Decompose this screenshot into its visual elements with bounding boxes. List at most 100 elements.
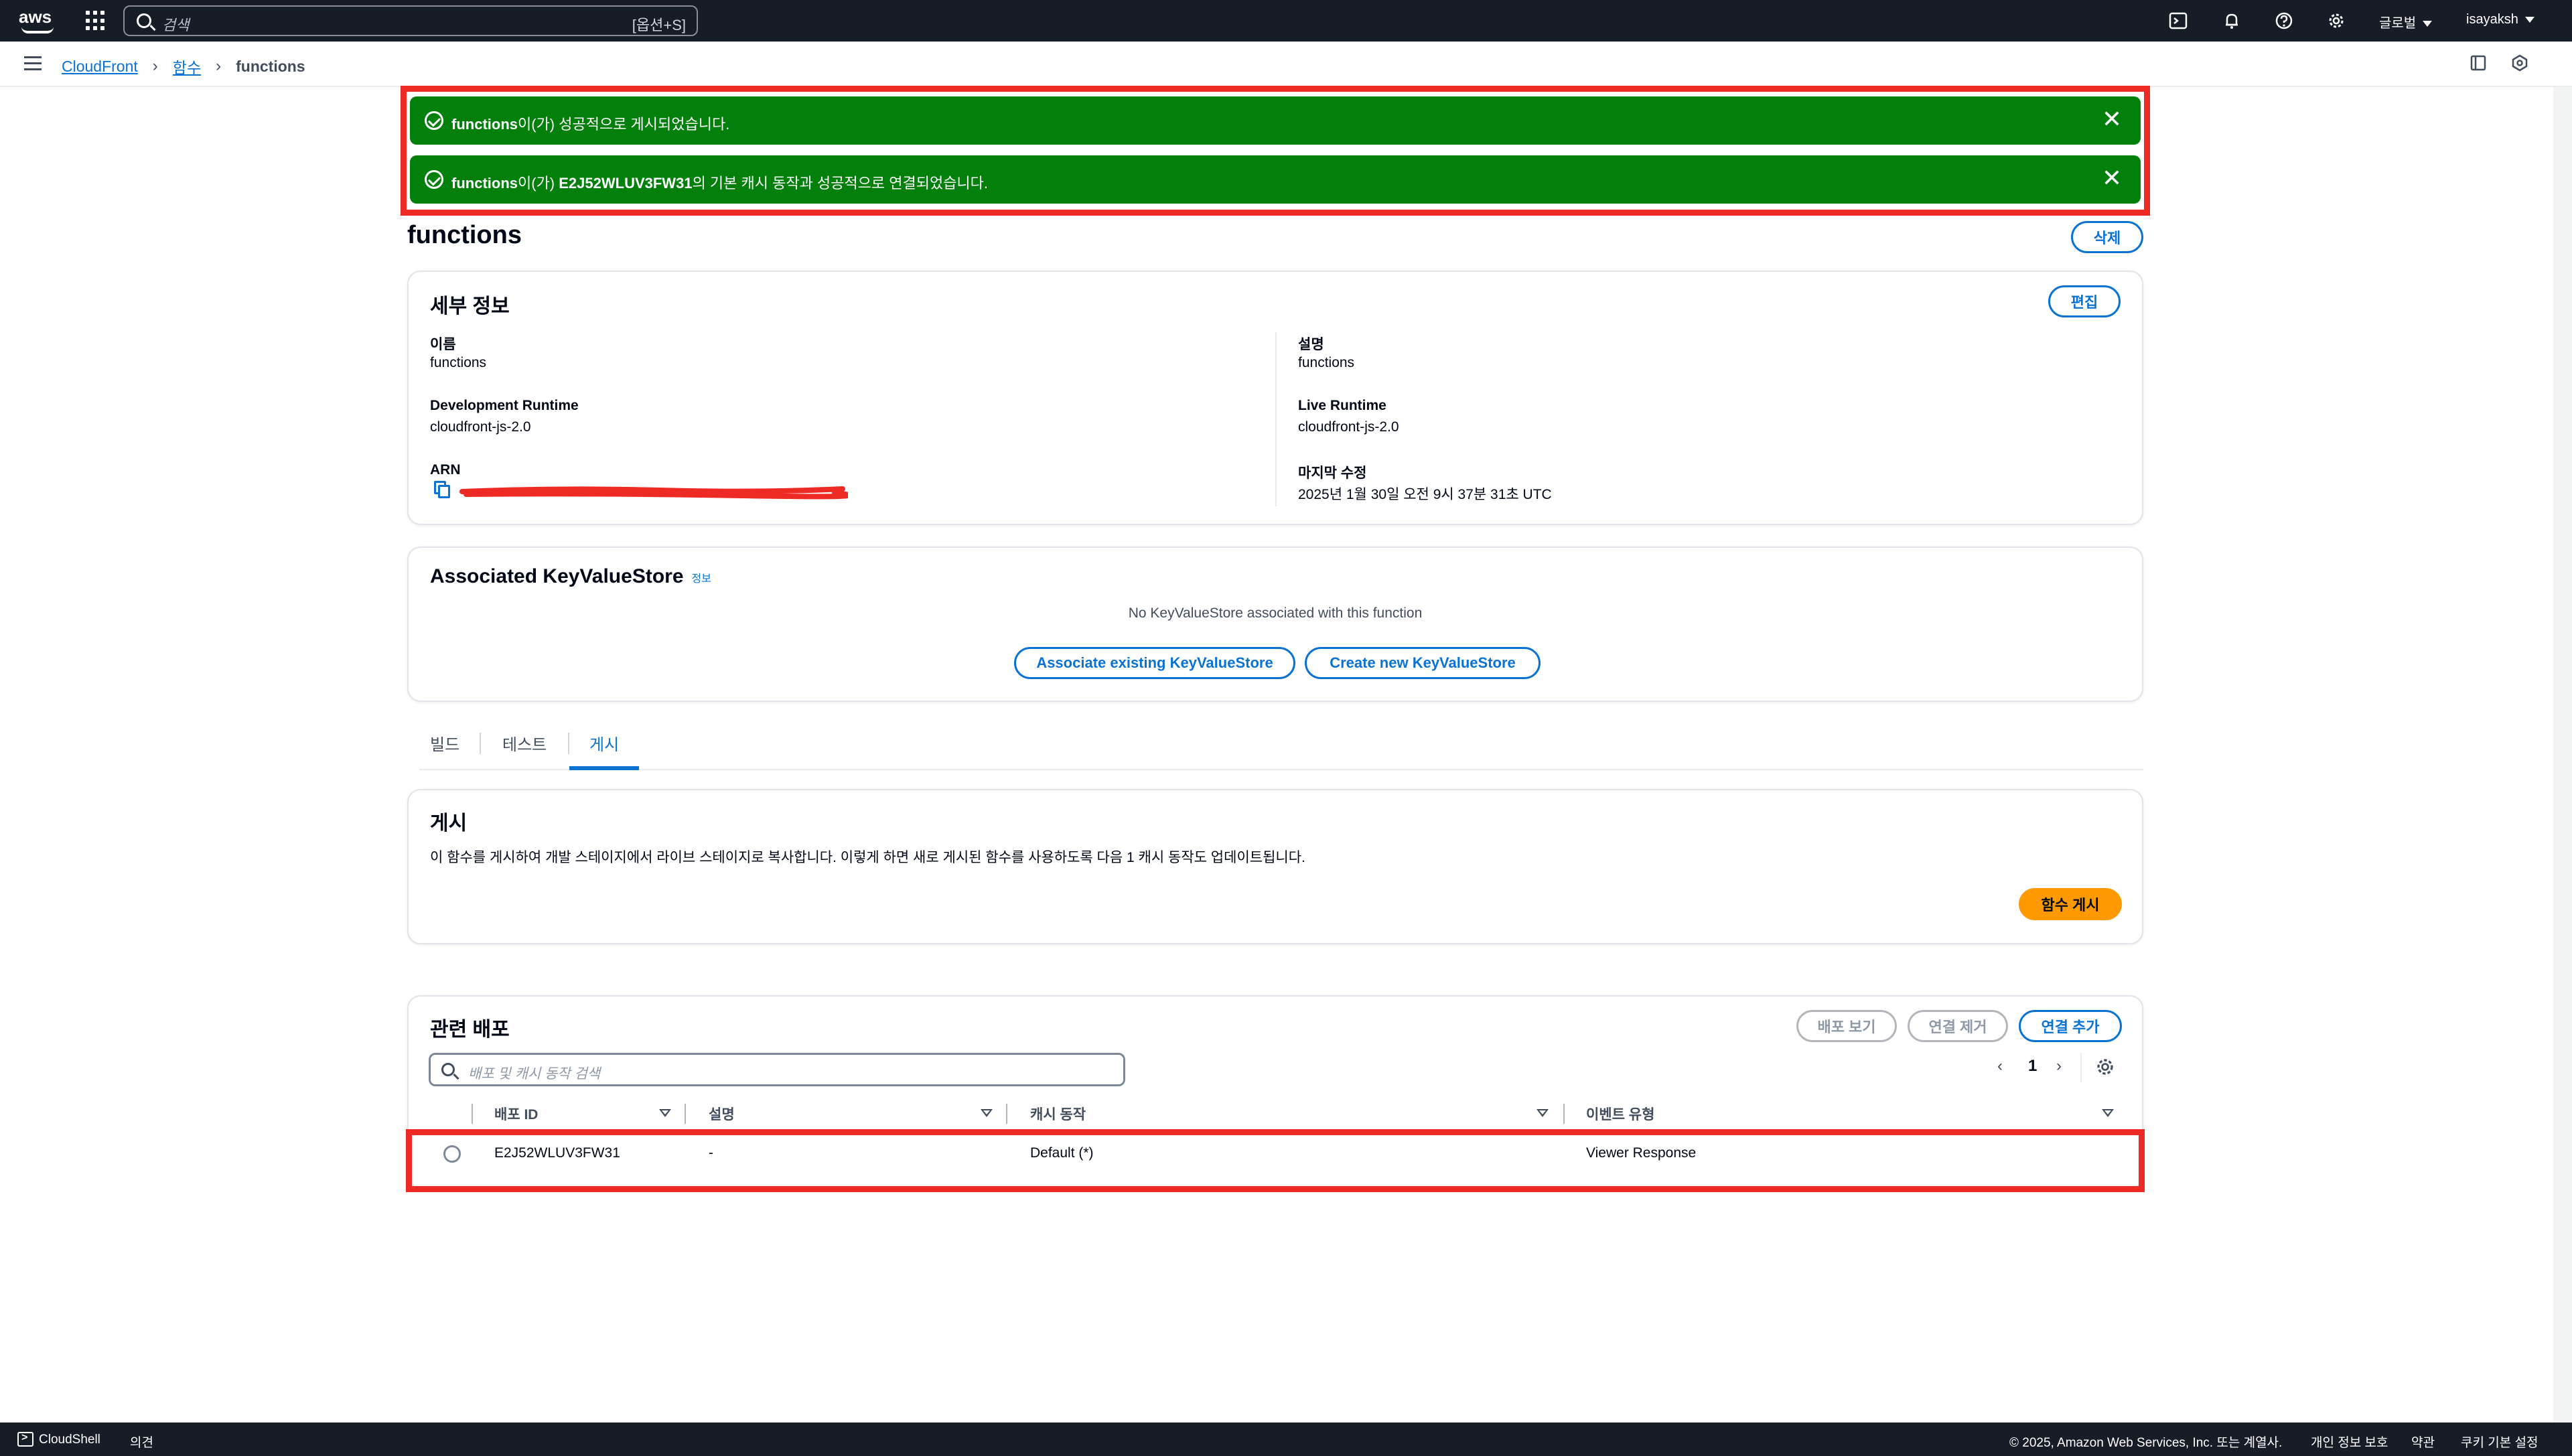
related-heading: 관련 배포: [430, 1019, 510, 1041]
copy-arn-icon[interactable]: [434, 481, 451, 500]
kvs-empty-text: No KeyValueStore associated with this fu…: [1128, 605, 1423, 621]
flash-message: functions이(가) E2J52WLUV3FW31의 기본 캐시 동작과 …: [451, 175, 989, 192]
breadcrumb: CloudFront › 함수 › functions: [62, 55, 305, 78]
page-scrollbar[interactable]: [2553, 87, 2572, 1423]
kvs-heading: Associated KeyValueStore 정보: [430, 565, 711, 587]
tab-separator: [480, 733, 481, 754]
sort-icon[interactable]: [2102, 1109, 2114, 1117]
highlight-annotation: [406, 1129, 2145, 1192]
column-divider: [1006, 1104, 1007, 1124]
row-description: -: [709, 1145, 713, 1161]
row-select-radio[interactable]: [443, 1145, 461, 1163]
breadcrumb-current: functions: [236, 57, 305, 75]
dev-runtime-label: Development Runtime: [430, 398, 579, 413]
chevron-down-icon: [2423, 21, 2433, 27]
description-value: functions: [1298, 355, 1355, 370]
cloudshell-icon[interactable]: [17, 1432, 33, 1447]
breadcrumb-bar: CloudFront › 함수 › functions: [0, 42, 2572, 87]
search-placeholder: 검색: [162, 17, 190, 33]
sort-icon[interactable]: [659, 1109, 671, 1117]
last-modified-value: 2025년 1월 30일 오전 9시 37분 31초 UTC: [1298, 487, 1552, 502]
description-label: 설명: [1298, 337, 1324, 352]
help-panel-icon[interactable]: [2468, 54, 2489, 75]
services-menu-icon[interactable]: [86, 11, 106, 31]
publish-heading: 게시: [430, 812, 468, 834]
column-header-description[interactable]: 설명: [709, 1104, 735, 1124]
live-runtime-value: cloudfront-js-2.0: [1298, 419, 1399, 435]
remove-association-button[interactable]: 연결 제거: [1908, 1010, 2008, 1042]
success-check-icon: [425, 111, 443, 130]
aws-logo[interactable]: aws: [19, 7, 56, 35]
tab-bar-underline: [419, 769, 2143, 770]
sort-icon[interactable]: [1537, 1109, 1549, 1117]
details-heading: 세부 정보: [430, 295, 510, 317]
breadcrumb-functions[interactable]: 함수: [173, 55, 201, 78]
dismiss-close-icon[interactable]: ✕: [2102, 107, 2122, 131]
delete-button[interactable]: 삭제: [2071, 221, 2143, 253]
search-shortcut: [옵션+S]: [632, 17, 686, 33]
footer-feedback-link[interactable]: 의견: [130, 1433, 153, 1451]
tab-test[interactable]: 테스트: [502, 731, 547, 755]
table-settings-gear-icon[interactable]: [2095, 1057, 2115, 1080]
publish-function-button[interactable]: 함수 게시: [2019, 888, 2122, 920]
flash-success-published: functions이(가) 성공적으로 게시되었습니다. ✕: [410, 96, 2141, 145]
chevron-down-icon: [2524, 17, 2534, 23]
notifications-icon[interactable]: [2221, 10, 2242, 31]
footer-cloudshell-link[interactable]: CloudShell: [39, 1433, 100, 1447]
edit-button[interactable]: 편집: [2048, 285, 2121, 317]
dev-runtime-value: cloudfront-js-2.0: [430, 419, 531, 435]
row-cache-behavior: Default (*): [1030, 1145, 1094, 1161]
publish-panel: 게시 이 함수를 게시하여 개발 스테이지에서 라이브 스테이지로 복사합니다.…: [407, 789, 2143, 944]
column-header-event-type[interactable]: 이벤트 유형: [1586, 1104, 1654, 1124]
create-kvs-button[interactable]: Create new KeyValueStore: [1305, 647, 1541, 679]
column-divider: [1563, 1104, 1565, 1124]
settings-gear-icon[interactable]: [2326, 10, 2347, 31]
tab-publish[interactable]: 게시: [589, 731, 619, 755]
current-page[interactable]: 1: [2028, 1057, 2037, 1076]
pager-divider: [2080, 1053, 2082, 1082]
column-header-cache-behavior[interactable]: 캐시 동작: [1030, 1104, 1086, 1124]
row-distribution-id: E2J52WLUV3FW31: [494, 1145, 620, 1161]
live-runtime-label: Live Runtime: [1298, 398, 1386, 413]
chevron-right-icon: ›: [152, 57, 158, 75]
footer-cookie-link[interactable]: 쿠키 기본 설정: [2461, 1433, 2538, 1451]
global-search-input[interactable]: 검색 [옵션+S]: [123, 5, 698, 36]
page-title: functions: [407, 221, 522, 249]
account-menu[interactable]: isayaksh: [2466, 12, 2534, 27]
help-icon[interactable]: [2273, 10, 2295, 31]
distribution-search-input[interactable]: 배포 및 캐시 동작 검색: [429, 1053, 1125, 1086]
column-divider: [472, 1104, 473, 1124]
next-page-icon[interactable]: ›: [2056, 1057, 2062, 1076]
tab-separator: [568, 733, 569, 754]
cloudshell-icon[interactable]: [2167, 10, 2189, 31]
search-icon: [137, 13, 151, 28]
arn-label: ARN: [430, 462, 461, 478]
notifications-panel-icon[interactable]: [2509, 54, 2530, 75]
keyvaluestore-panel: Associated KeyValueStore 정보 No KeyValueSt…: [407, 547, 2143, 702]
add-association-button[interactable]: 연결 추가: [2019, 1010, 2122, 1042]
tab-active-indicator: [569, 766, 639, 770]
tab-build[interactable]: 빌드: [430, 731, 459, 755]
footer: CloudShell 의견 © 2025, Amazon Web Service…: [0, 1423, 2572, 1456]
dismiss-close-icon[interactable]: ✕: [2102, 166, 2122, 190]
view-distribution-button[interactable]: 배포 보기: [1796, 1010, 1897, 1042]
info-link[interactable]: 정보: [692, 573, 711, 585]
column-header-distribution-id[interactable]: 배포 ID: [494, 1104, 538, 1124]
last-modified-label: 마지막 수정: [1298, 465, 1367, 481]
chevron-right-icon: ›: [216, 57, 222, 75]
region-selector[interactable]: 글로벌: [2379, 12, 2433, 31]
flash-message: functions이(가) 성공적으로 게시되었습니다.: [451, 116, 730, 133]
footer-privacy-link[interactable]: 개인 정보 보호: [2311, 1433, 2388, 1451]
associate-kvs-button[interactable]: Associate existing KeyValueStore: [1014, 647, 1295, 679]
success-check-icon: [425, 170, 443, 189]
previous-page-icon[interactable]: ‹: [1997, 1057, 2003, 1076]
name-value: functions: [430, 355, 487, 370]
footer-terms-link[interactable]: 약관: [2411, 1433, 2435, 1451]
details-panel: 세부 정보 편집 이름 functions Development Runtim…: [407, 271, 2143, 525]
redacted-arn-scribble: [459, 486, 848, 500]
sort-icon[interactable]: [981, 1109, 993, 1117]
menu-toggle-icon[interactable]: [24, 56, 42, 71]
footer-copyright: © 2025, Amazon Web Services, Inc. 또는 계열사…: [2009, 1436, 2283, 1450]
flash-success-associated: functions이(가) E2J52WLUV3FW31의 기본 캐시 동작과 …: [410, 155, 2141, 204]
breadcrumb-cloudfront[interactable]: CloudFront: [62, 58, 138, 76]
